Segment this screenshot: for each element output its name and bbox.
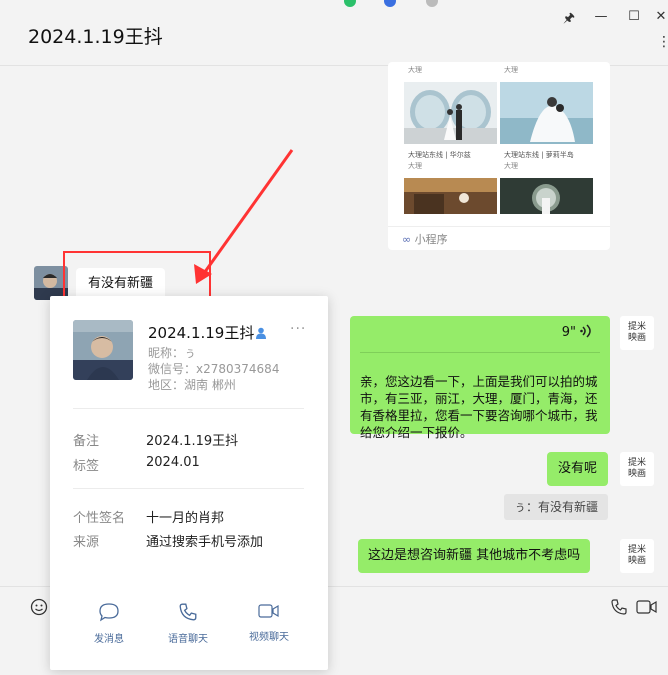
voice-call-button[interactable]: 语音聊天 xyxy=(153,602,223,645)
contact-profile-popup: 2024.1.19王抖 ··· 昵称：ぅ 微信号：x2780374684 地区：… xyxy=(50,296,328,670)
voice-wave-icon xyxy=(580,323,594,343)
phone-icon xyxy=(179,603,197,621)
video-call-button[interactable]: 视频聊天 xyxy=(234,602,304,643)
mini-program-icon: ∞ xyxy=(402,233,412,246)
profile-nickname: 昵称：ぅ xyxy=(148,346,197,360)
voice-transcript: 亲，您这边看一下，上面是我们可以拍的城市，有三亚，丽江，大理，厦门，青海，还有香… xyxy=(360,374,598,440)
close-button[interactable]: ✕ xyxy=(652,9,668,24)
wedding-photo-thumbnail xyxy=(404,82,497,144)
taskbar-strip xyxy=(340,0,490,7)
profile-avatar[interactable] xyxy=(73,320,133,380)
brand-avatar[interactable]: 提米 映画 xyxy=(620,452,654,486)
mini-program-text: 小程序 xyxy=(414,233,448,246)
mini-item-title: 大理站东线 | 萝莉半岛 xyxy=(504,151,574,159)
brand-avatar[interactable]: 提米 映画 xyxy=(620,316,654,350)
chat-title: 2024.1.19王抖 xyxy=(28,26,163,48)
voice-message-bubble[interactable]: 9" 亲，您这边看一下，上面是我们可以拍的城市，有三亚，丽江，大理，厦门，青海，… xyxy=(350,316,610,440)
phone-icon[interactable] xyxy=(610,598,628,620)
mini-card-divider xyxy=(388,226,610,227)
mini-program-label: ∞ 小程序 xyxy=(402,231,448,247)
mini-caption: 大理 xyxy=(504,66,518,74)
minimize-button[interactable]: — xyxy=(592,9,610,24)
mini-caption: 大理 xyxy=(408,66,422,74)
video-call-icon xyxy=(258,604,279,618)
action-label: 视频聊天 xyxy=(249,632,289,643)
action-label: 语音聊天 xyxy=(168,634,208,645)
brand-avatar[interactable]: 提米 映画 xyxy=(620,539,654,573)
title-bar: 2024.1.19王抖 🖈 — ☐ ✕ ⋮ xyxy=(0,0,668,66)
mini-caption: 大理 xyxy=(408,162,422,170)
emoji-icon[interactable] xyxy=(30,598,48,616)
mini-program-card[interactable]: 大理 大理 大理站东线 | 华尔兹 大理站东线 | 萝莉半岛 大理 大理 ∞ 小… xyxy=(388,62,610,250)
field-key-tag: 标签 xyxy=(73,459,100,474)
message-bubble-right[interactable]: 这边是想咨询新疆 其他城市不考虑吗 xyxy=(358,539,591,573)
profile-region: 地区：湖南 郴州 xyxy=(148,378,236,392)
wedding-photo-thumbnail xyxy=(404,178,497,214)
video-call-icon[interactable] xyxy=(636,599,658,619)
field-key-signature: 个性签名 xyxy=(73,511,126,526)
field-key-source: 来源 xyxy=(73,535,100,550)
maximize-button[interactable]: ☐ xyxy=(625,9,643,24)
person-icon xyxy=(255,324,267,343)
message-bubble-right[interactable]: 没有呢 xyxy=(547,452,609,486)
quoted-message[interactable]: ぅ：有没有新疆 xyxy=(504,494,609,520)
profile-divider xyxy=(73,488,304,489)
field-value-tag[interactable]: 2024.01 xyxy=(146,455,200,470)
mini-caption: 大理 xyxy=(504,162,518,170)
profile-divider xyxy=(73,408,304,409)
voice-duration: 9" xyxy=(561,325,576,340)
mini-item-title: 大理站东线 | 华尔兹 xyxy=(408,151,471,159)
profile-more-icon[interactable]: ··· xyxy=(290,321,306,337)
field-value-source: 通过搜索手机号添加 xyxy=(146,535,264,550)
field-value-signature: 十一月的肖邦 xyxy=(146,511,225,526)
wedding-photo-thumbnail xyxy=(500,178,593,214)
action-label: 发消息 xyxy=(94,634,124,645)
send-message-button[interactable]: 发消息 xyxy=(74,602,144,645)
voice-divider xyxy=(360,352,600,353)
wedding-photo-thumbnail xyxy=(500,82,593,144)
profile-wechat-id: 微信号：x2780374684 xyxy=(148,362,280,376)
field-value-remark[interactable]: 2024.1.19王抖 xyxy=(146,430,238,449)
profile-name: 2024.1.19王抖 xyxy=(148,324,255,342)
pin-icon[interactable]: 🖈 xyxy=(560,9,578,31)
message-icon xyxy=(99,603,119,622)
chat-more-icon[interactable]: ⋮ xyxy=(657,34,668,50)
field-key-remark: 备注 xyxy=(73,434,100,449)
